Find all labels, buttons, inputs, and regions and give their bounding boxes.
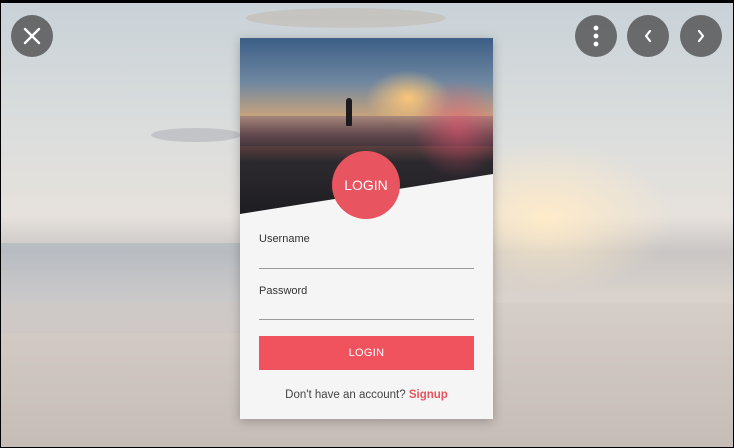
chevron-right-icon (697, 29, 705, 43)
background-cloud (246, 8, 446, 28)
close-icon (23, 27, 41, 45)
login-badge: LOGIN (332, 151, 400, 219)
more-options-button[interactable] (575, 15, 617, 57)
background-cloud (151, 128, 241, 142)
login-button[interactable]: LOGIN (259, 336, 474, 370)
signup-link[interactable]: Signup (409, 389, 448, 401)
password-input[interactable] (259, 299, 474, 320)
previous-button[interactable] (627, 15, 669, 57)
chevron-left-icon (644, 29, 652, 43)
username-input[interactable] (259, 248, 474, 269)
viewer-frame: LOGIN Username Password LOGIN Don't have… (0, 0, 734, 448)
signup-prompt-text: Don't have an account? (285, 389, 406, 401)
username-label: Username (259, 233, 310, 245)
password-label: Password (259, 285, 308, 297)
close-button[interactable] (11, 15, 53, 57)
signup-prompt-line: Don't have an account? Signup (240, 389, 493, 401)
more-vertical-icon (593, 25, 599, 47)
next-button[interactable] (680, 15, 722, 57)
login-card: LOGIN Username Password LOGIN Don't have… (240, 38, 493, 419)
